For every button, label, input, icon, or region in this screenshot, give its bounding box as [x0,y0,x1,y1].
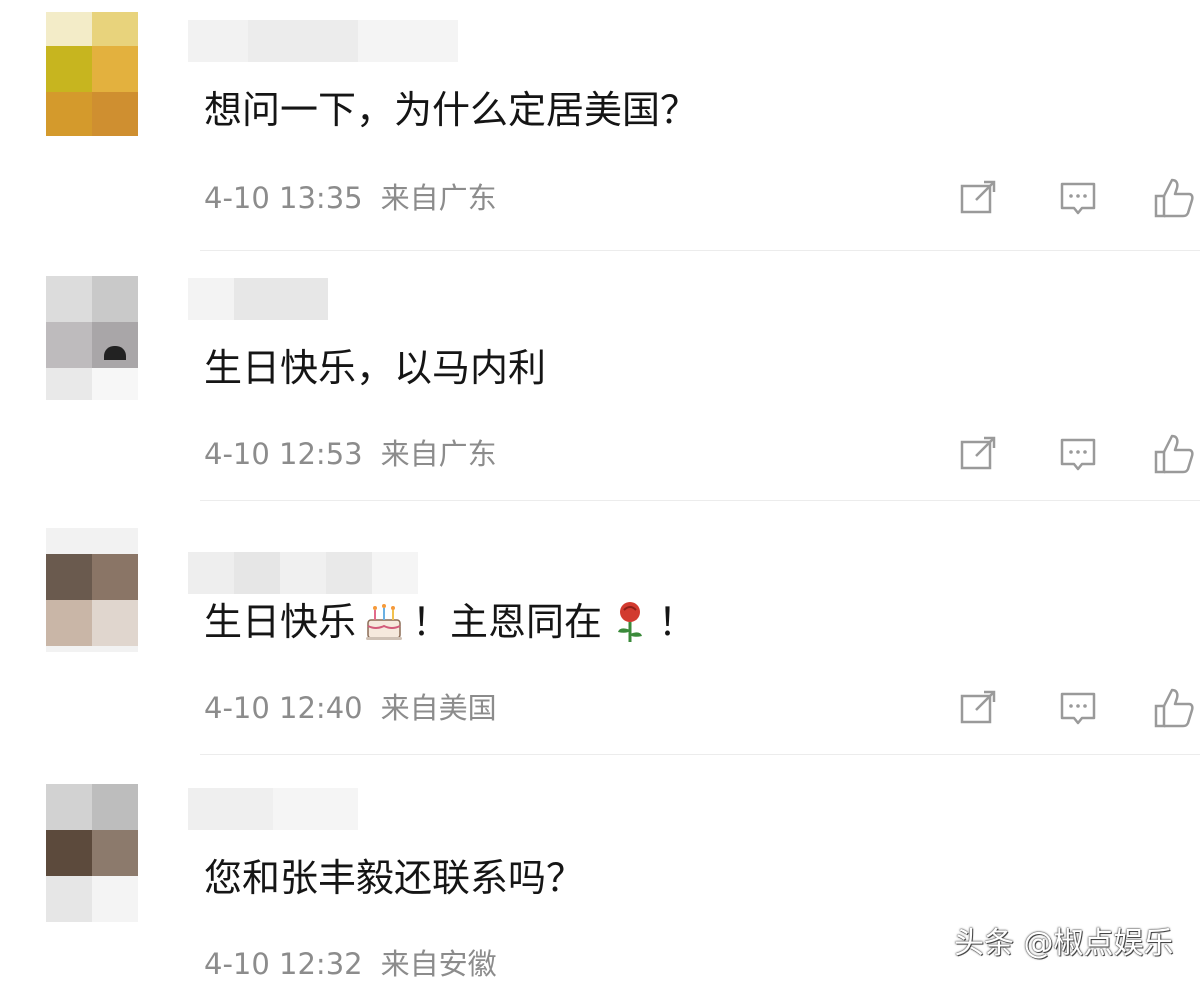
like-button[interactable] [1152,686,1196,730]
comment-item: 生日快乐 ！主恩同在 ！ 4-10 12:40 来自美国 [0,500,1200,754]
comment-text: 您和张丰毅还联系吗？ [204,856,585,900]
comment-item: 想问一下，为什么定居美国？ 4-10 13:35 来自广东 [0,0,1200,250]
comment-meta: 4-10 12:40 来自美国 [204,690,497,726]
comment-button[interactable] [1056,176,1100,220]
avatar[interactable] [46,276,138,400]
avatar[interactable] [46,784,138,922]
comment-meta: 4-10 12:53 来自广东 [204,436,497,472]
comment-time: 4-10 12:32 [204,947,363,981]
username-blurred[interactable] [188,552,418,594]
comment-button[interactable] [1056,686,1100,730]
comment-actions [956,432,1200,476]
divider [200,500,1200,501]
thumbs-up-icon [1154,434,1194,474]
comment-text: 生日快乐，以马内利 [204,346,547,390]
comment-actions [956,686,1200,730]
comment-bubble-icon [1060,438,1096,471]
comment-meta: 4-10 12:32 来自安徽 [204,946,497,982]
comment-meta: 4-10 13:35 来自广东 [204,180,497,216]
watermark: 头条 @椒点娱乐 [954,926,1174,961]
avatar[interactable] [46,528,138,652]
comment-time: 4-10 12:40 [204,691,363,725]
comment-text: 想问一下，为什么定居美国？ [204,88,699,132]
username-blurred[interactable] [188,20,458,62]
comment-actions [956,176,1200,220]
comment-location: 来自美国 [380,691,497,725]
cake-emoji [360,598,408,646]
repost-button[interactable] [956,176,1000,220]
comment-time: 4-10 13:35 [204,181,363,215]
edit-repost-icon [960,180,996,214]
edit-repost-icon [960,436,996,470]
like-button[interactable] [1152,432,1196,476]
edit-repost-icon [960,690,996,724]
rose-emoji [606,598,654,646]
comment-button[interactable] [1056,432,1100,476]
comment-time: 4-10 12:53 [204,437,363,471]
divider [200,250,1200,251]
repost-button[interactable] [956,686,1000,730]
comment-bubble-icon [1060,182,1096,215]
comment-location: 来自广东 [380,181,497,215]
comment-bubble-icon [1060,692,1096,725]
thumbs-up-icon [1154,688,1194,728]
repost-button[interactable] [956,432,1000,476]
divider [200,754,1200,755]
comment-location: 来自广东 [380,437,497,471]
thumbs-up-icon [1154,178,1194,218]
comment-location: 来自安徽 [380,947,497,981]
comment-item: 生日快乐，以马内利 4-10 12:53 来自广东 [0,250,1200,500]
avatar[interactable] [46,12,138,136]
like-button[interactable] [1152,176,1196,220]
comment-text: 生日快乐 ！主恩同在 ！ [204,598,697,646]
username-blurred[interactable] [188,788,358,830]
username-blurred[interactable] [188,278,328,320]
